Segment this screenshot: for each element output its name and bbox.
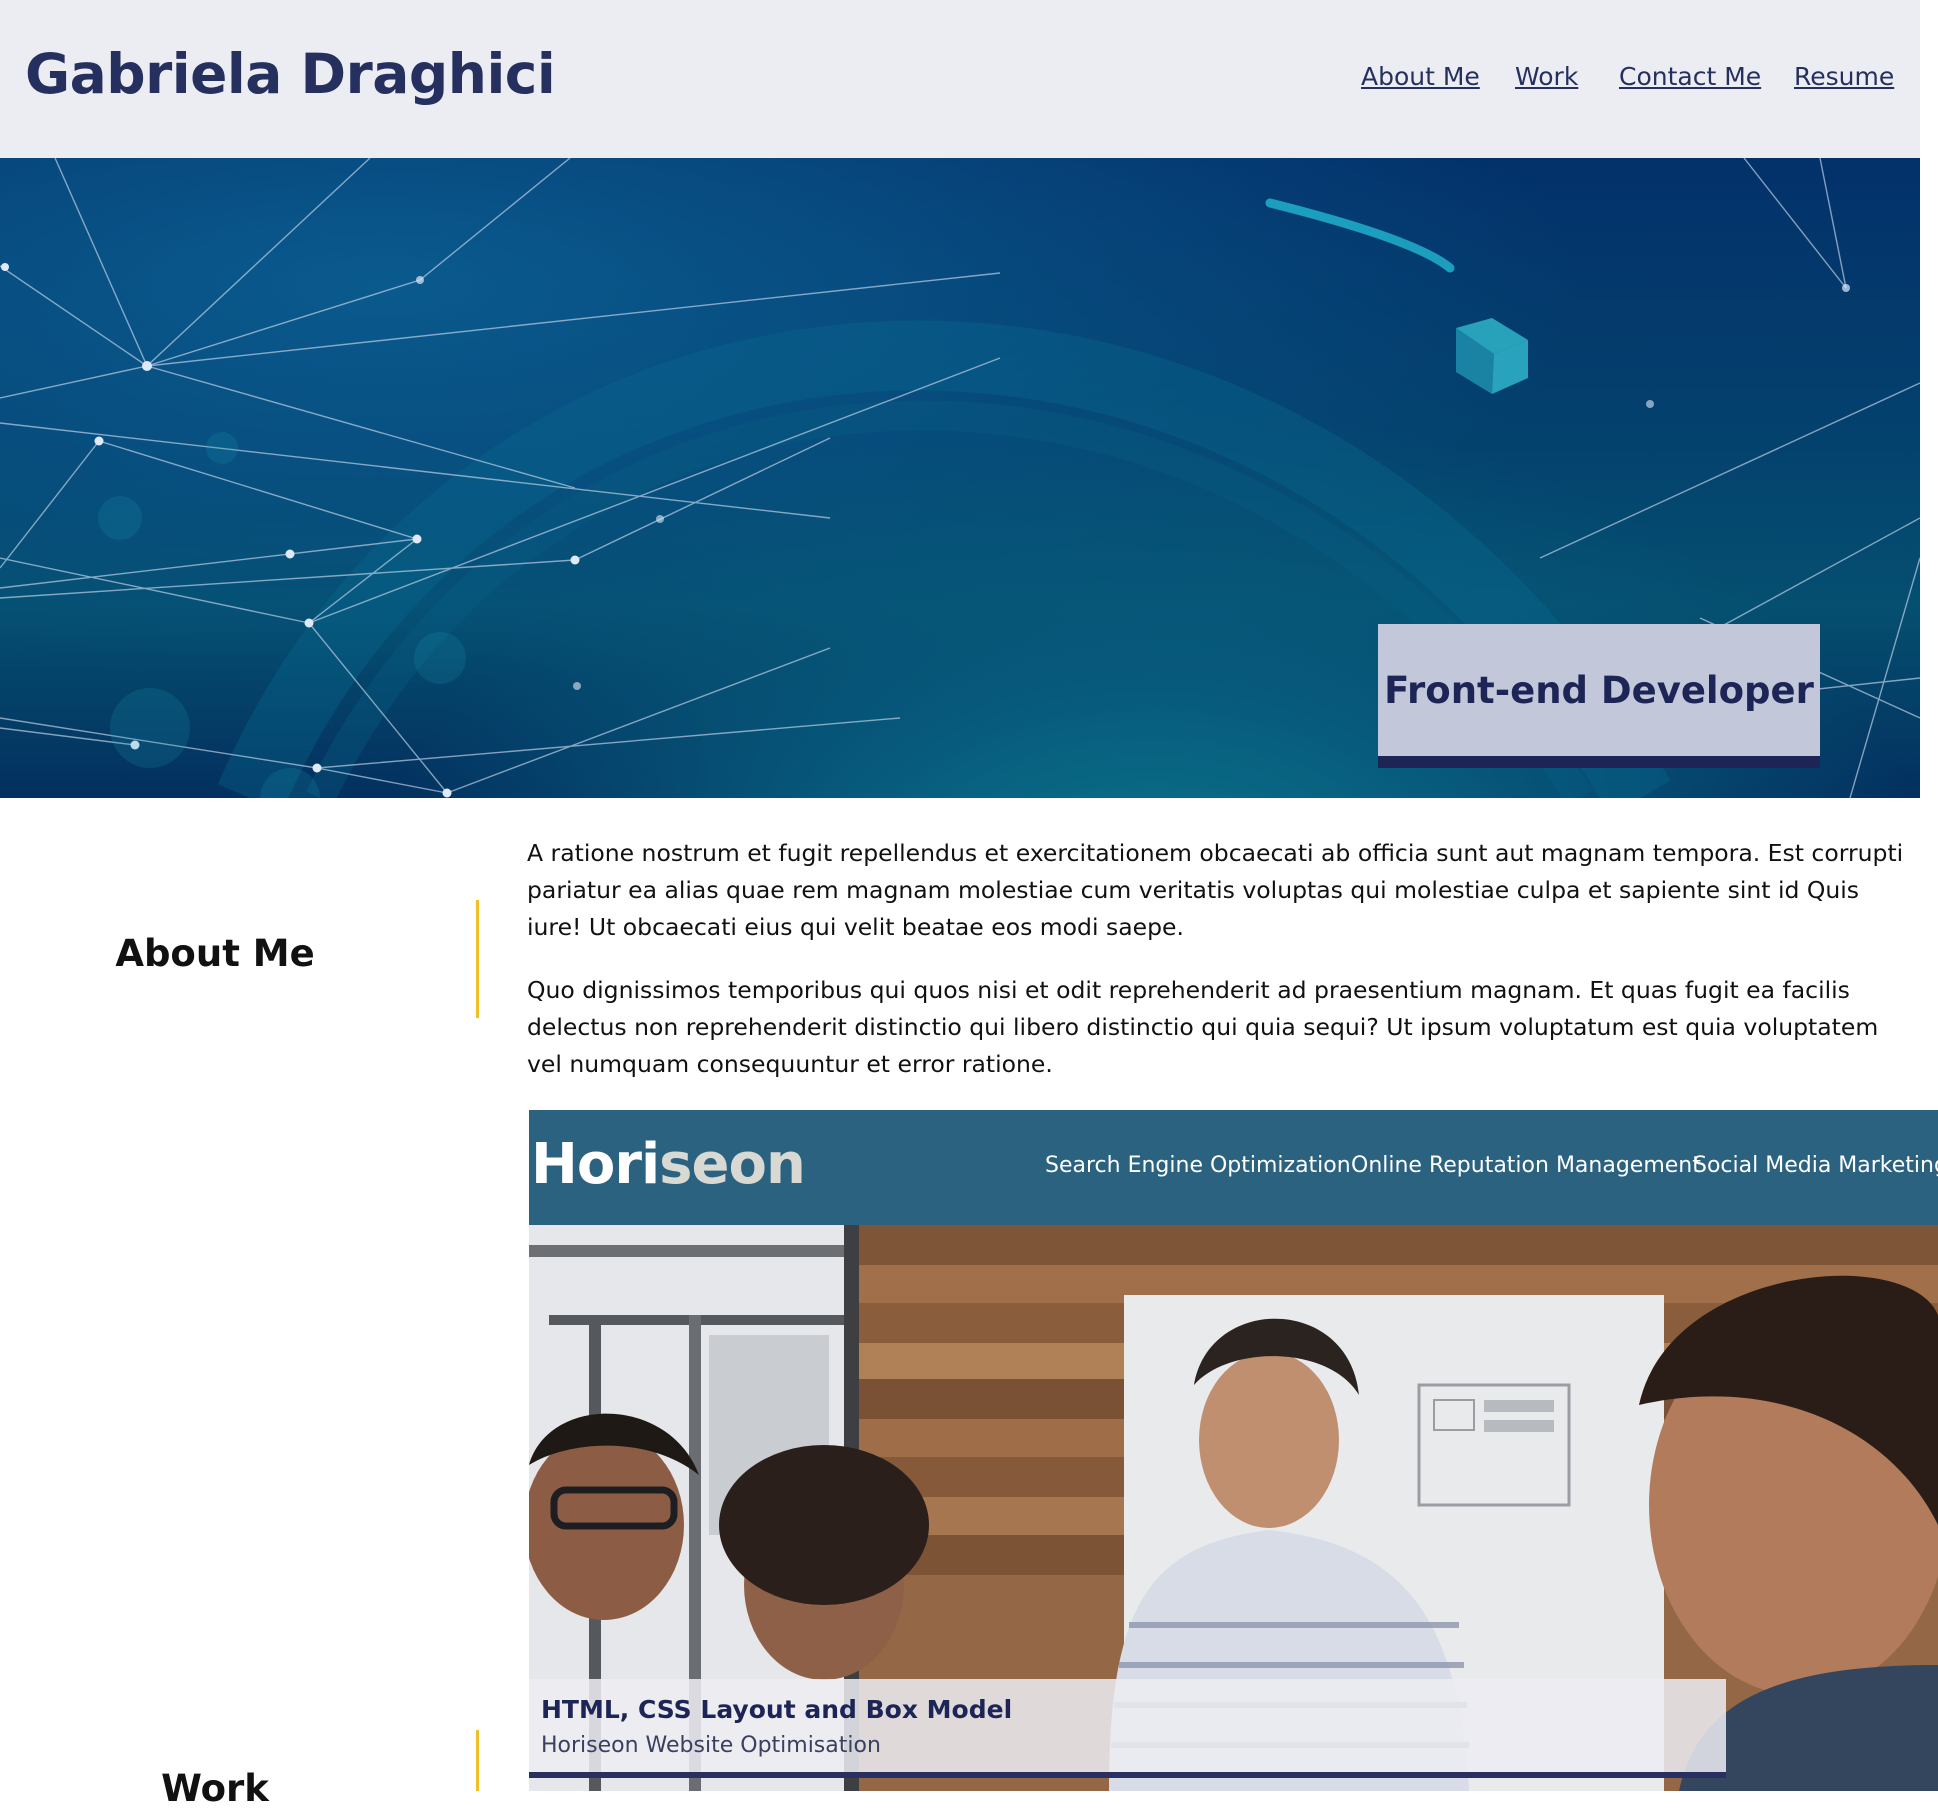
project-caption: HTML, CSS Layout and Box Model Horiseon … xyxy=(529,1679,1726,1778)
project-card-horiseon[interactable]: Horiseon Search Engine Optimization Onli… xyxy=(529,1110,1938,1791)
nav-link-about-me[interactable]: About Me xyxy=(1361,62,1480,91)
site-header: Gabriela Draghici About Me Work Contact … xyxy=(0,0,1920,158)
about-paragraph-2: Quo dignissimos temporibus qui quos nisi… xyxy=(527,976,1879,1078)
hero-banner: Front-end Developer xyxy=(0,158,1920,798)
about-me-heading: About Me xyxy=(115,932,315,975)
role-badge-text: Front-end Developer xyxy=(1384,668,1814,712)
nav-link-work[interactable]: Work xyxy=(1515,62,1578,91)
horiseon-logo: Horiseon xyxy=(531,1132,806,1197)
work-heading: Work xyxy=(161,1767,269,1810)
project-nav-item: Search Engine Optimization xyxy=(1045,1153,1351,1178)
nav-link-contact-me[interactable]: Contact Me xyxy=(1619,62,1761,91)
role-badge: Front-end Developer xyxy=(1378,624,1820,768)
project-title: HTML, CSS Layout and Box Model xyxy=(541,1695,1013,1724)
project-nav-item: Social Media Marketing xyxy=(1693,1153,1938,1178)
about-me-divider xyxy=(476,900,479,1018)
project-screenshot-topbar: Horiseon Search Engine Optimization Onli… xyxy=(529,1110,1938,1225)
project-nav-item: Online Reputation Management xyxy=(1351,1153,1701,1178)
work-divider xyxy=(476,1730,479,1791)
project-subtitle: Horiseon Website Optimisation xyxy=(541,1733,881,1758)
about-paragraph-1: A ratione nostrum et fugit repellendus e… xyxy=(527,839,1904,941)
nav-link-resume[interactable]: Resume xyxy=(1794,62,1894,91)
main-nav: About Me Work Contact Me Resume xyxy=(0,62,1920,94)
